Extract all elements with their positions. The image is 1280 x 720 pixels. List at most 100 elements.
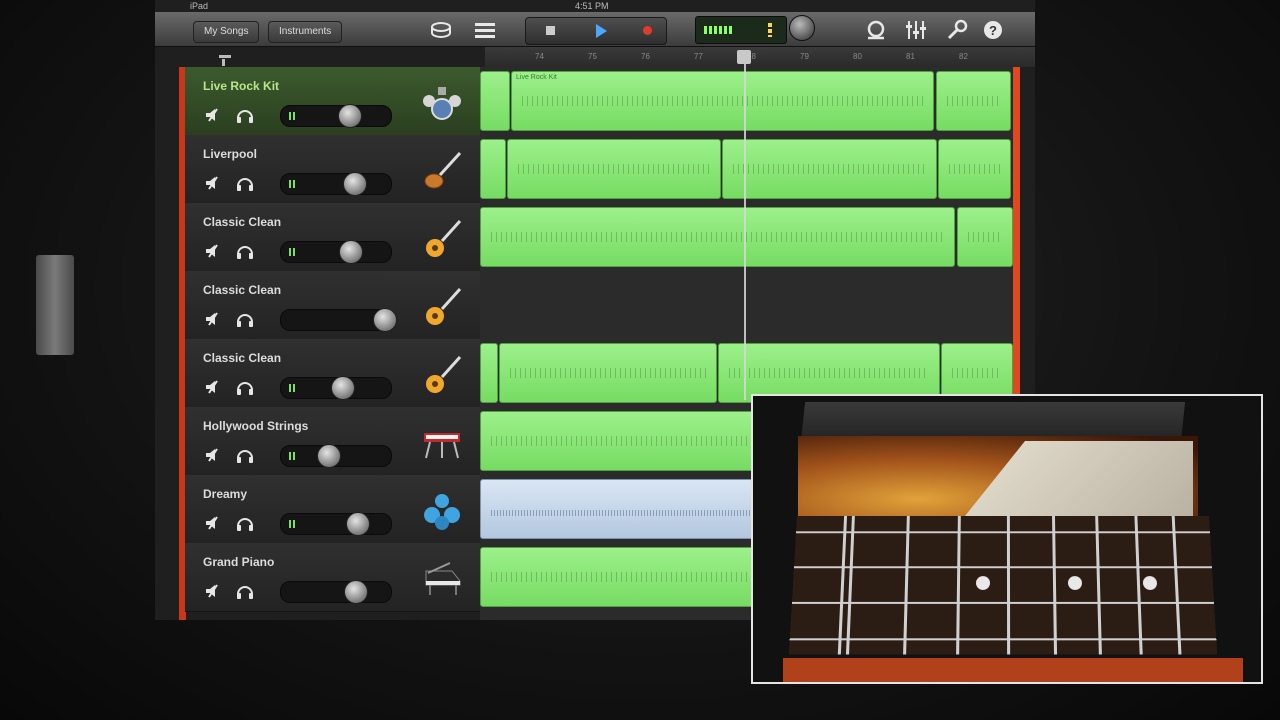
- keyboard-icon[interactable]: [420, 421, 464, 465]
- mute-icon[interactable]: [203, 445, 223, 465]
- headphones-icon[interactable]: [235, 105, 255, 125]
- track-header[interactable]: Liverpool: [185, 135, 480, 204]
- stop-icon[interactable]: [546, 26, 555, 35]
- guitar-icon[interactable]: [420, 217, 464, 261]
- region[interactable]: [480, 139, 506, 199]
- status-time: 4:51 PM: [575, 0, 609, 12]
- fret-inlay: [1068, 576, 1082, 590]
- settings-icon[interactable]: [945, 18, 969, 42]
- loop-icon[interactable]: [864, 18, 888, 42]
- drum-kit-icon[interactable]: [420, 81, 464, 125]
- track-lane[interactable]: Live Rock Kit: [480, 67, 1013, 135]
- region-notes: [733, 164, 926, 174]
- bass-body-bottom: [783, 658, 1243, 684]
- volume-slider-thumb[interactable]: [344, 580, 368, 604]
- region[interactable]: [938, 139, 1011, 199]
- bass-guitar-icon[interactable]: [420, 149, 464, 193]
- mute-icon[interactable]: [203, 513, 223, 533]
- mute-icon[interactable]: [203, 173, 223, 193]
- track-header[interactable]: Dreamy: [185, 475, 480, 544]
- volume-slider-thumb[interactable]: [346, 512, 370, 536]
- lcd-display[interactable]: [695, 16, 787, 44]
- inset-video-bass-view: [751, 394, 1263, 684]
- svg-text:?: ?: [989, 23, 997, 38]
- volume-slider-thumb[interactable]: [338, 104, 362, 128]
- track-volume-slider[interactable]: [280, 445, 392, 467]
- instruments-button[interactable]: Instruments: [268, 21, 342, 43]
- headphones-icon[interactable]: [235, 241, 255, 261]
- track-header[interactable]: Live Rock Kit: [185, 67, 480, 136]
- guitar-icon[interactable]: [420, 285, 464, 329]
- track-volume-slider[interactable]: [280, 309, 392, 331]
- bar-number: 82: [959, 52, 968, 61]
- synth-icon[interactable]: [420, 489, 464, 533]
- track-header[interactable]: Classic Clean: [185, 203, 480, 272]
- track-header[interactable]: Classic Clean: [185, 271, 480, 340]
- add-track-icon[interactable]: [218, 54, 232, 66]
- mute-icon[interactable]: [203, 377, 223, 397]
- headphones-icon[interactable]: [235, 309, 255, 329]
- mute-icon[interactable]: [203, 105, 223, 125]
- region[interactable]: [480, 71, 510, 131]
- track-lane[interactable]: [480, 203, 1013, 271]
- lcd-level-bars: [704, 26, 734, 34]
- track-volume-slider[interactable]: [280, 581, 392, 603]
- track-header[interactable]: Grand Piano: [185, 543, 480, 612]
- region[interactable]: Live Rock Kit: [511, 71, 934, 131]
- headphones-icon[interactable]: [235, 173, 255, 193]
- track-header[interactable]: Classic Clean: [185, 339, 480, 408]
- headphones-icon[interactable]: [235, 377, 255, 397]
- bar-number: 75: [588, 52, 597, 61]
- grand-piano-icon[interactable]: [420, 557, 464, 601]
- region[interactable]: [936, 71, 1011, 131]
- help-icon[interactable]: ?: [981, 18, 1005, 42]
- headphones-icon[interactable]: [235, 445, 255, 465]
- track-view-icon[interactable]: [429, 18, 453, 42]
- record-icon[interactable]: [643, 26, 652, 35]
- region[interactable]: [480, 343, 498, 403]
- volume-slider-thumb[interactable]: [373, 308, 397, 332]
- fret: [1007, 516, 1010, 655]
- track-lane-empty[interactable]: [480, 271, 1013, 339]
- mute-icon[interactable]: [203, 309, 223, 329]
- track-name: Liverpool: [203, 147, 257, 161]
- region[interactable]: [957, 207, 1013, 267]
- guitar-icon[interactable]: [420, 353, 464, 397]
- volume-slider-thumb[interactable]: [331, 376, 355, 400]
- playhead-line: [744, 64, 746, 400]
- mute-icon[interactable]: [203, 581, 223, 601]
- timeline-ruler[interactable]: 74 75 76 77 78 79 80 81 82: [485, 47, 1035, 67]
- fret: [956, 516, 961, 655]
- track-volume-slider[interactable]: [280, 513, 392, 535]
- master-volume-knob[interactable]: [789, 15, 815, 41]
- volume-slider-thumb[interactable]: [343, 172, 367, 196]
- mute-icon[interactable]: [203, 241, 223, 261]
- track-volume-slider[interactable]: [280, 105, 392, 127]
- mixer-icon[interactable]: [904, 18, 928, 42]
- region[interactable]: [507, 139, 721, 199]
- region-notes: [729, 368, 929, 378]
- region[interactable]: [499, 343, 717, 403]
- track-lane[interactable]: [480, 135, 1013, 203]
- track-volume-slider[interactable]: [280, 377, 392, 399]
- headphones-icon[interactable]: [235, 581, 255, 601]
- region[interactable]: [722, 139, 937, 199]
- tracks-list-icon[interactable]: [473, 18, 497, 42]
- bass-string: [790, 638, 1217, 640]
- toolbar: My Songs Instruments ?: [155, 12, 1035, 47]
- my-songs-button[interactable]: My Songs: [193, 21, 259, 43]
- bar-number: 77: [694, 52, 703, 61]
- track-volume-slider[interactable]: [280, 241, 392, 263]
- region-notes: [522, 96, 923, 106]
- volume-slider-thumb[interactable]: [339, 240, 363, 264]
- track-volume-slider[interactable]: [280, 173, 392, 195]
- track-name: Hollywood Strings: [203, 419, 308, 433]
- region-notes: [952, 368, 1002, 378]
- volume-slider-thumb[interactable]: [317, 444, 341, 468]
- playhead-handle[interactable]: [737, 50, 751, 64]
- level-meter: [289, 520, 297, 528]
- headphones-icon[interactable]: [235, 513, 255, 533]
- track-header[interactable]: Hollywood Strings: [185, 407, 480, 476]
- region[interactable]: [480, 207, 955, 267]
- play-icon[interactable]: [596, 24, 607, 38]
